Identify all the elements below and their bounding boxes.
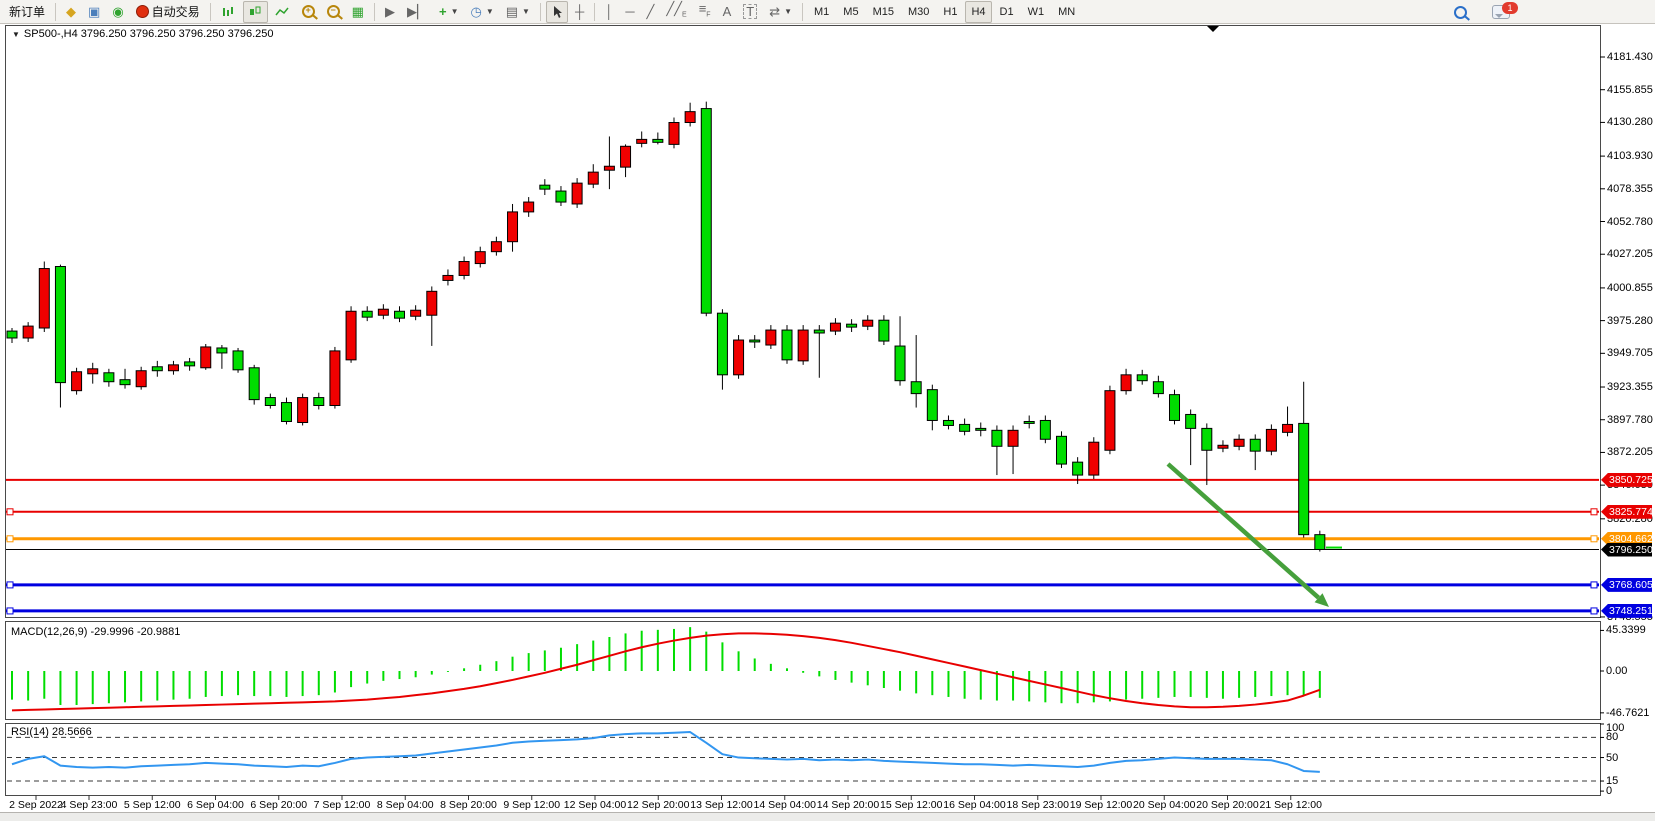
price-axis-tick-label: 4103.930: [1607, 150, 1653, 162]
chart-shift-marker: [1207, 26, 1219, 32]
rsi-line: [12, 732, 1320, 772]
price-axis-tick-label: 4130.280: [1607, 116, 1653, 128]
rsi-axis-tick-label: 0: [1606, 785, 1612, 797]
time-axis-label: 20 Sep 04:00: [1133, 799, 1195, 811]
time-axis-label: 18 Sep 23:00: [1007, 799, 1069, 811]
time-axis-label: 16 Sep 04:00: [943, 799, 1005, 811]
candles: [7, 102, 1325, 552]
macd-axis-tick-label: 0.00: [1606, 665, 1627, 677]
price-level-tag: 3748.251: [1601, 604, 1652, 618]
time-axis-label: 14 Sep 04:00: [754, 799, 816, 811]
price-axis-tick-label: 4052.780: [1607, 216, 1653, 228]
macd-axis-tick-label: 45.3399: [1606, 624, 1646, 636]
price-axis-tick-label: 3897.780: [1607, 414, 1653, 426]
line-right-handle: [1591, 582, 1597, 588]
trend-arrow-line: [1168, 464, 1319, 598]
time-axis-label: 4 Sep 23:00: [61, 799, 118, 811]
time-axis-label: 15 Sep 12:00: [880, 799, 942, 811]
line-left-handle: [7, 582, 13, 588]
price-axis-tick-label: 4000.855: [1607, 282, 1653, 294]
price-axis-tick-label: 4078.355: [1607, 183, 1653, 195]
time-axis-label: 7 Sep 12:00: [314, 799, 371, 811]
macd-signal-line: [12, 633, 1320, 710]
time-axis-label: 19 Sep 12:00: [1070, 799, 1132, 811]
time-axis-label: 8 Sep 04:00: [377, 799, 434, 811]
rsi-axis-tick-label: 80: [1606, 731, 1618, 743]
line-right-handle: [1591, 608, 1597, 614]
line-right-handle: [1591, 509, 1597, 515]
time-axis-label: 6 Sep 04:00: [187, 799, 244, 811]
line-left-handle: [7, 509, 13, 515]
price-level-tag: 3825.774: [1601, 505, 1652, 519]
time-axis-label: 6 Sep 20:00: [250, 799, 307, 811]
time-axis-label: 14 Sep 20:00: [817, 799, 879, 811]
chart-canvas[interactable]: [0, 0, 1655, 821]
price-axis-tick-label: 4155.855: [1607, 84, 1653, 96]
price-axis-tick-label: 3949.705: [1607, 347, 1653, 359]
mt4-terminal: 新订单 ◆ ▣ ◉ 自动交易 + − ▦ ▶ ▶▏ +▼ ◷▼ ▤▼ ┼ │ ─…: [0, 0, 1655, 821]
price-axis-tick-label: 3975.280: [1607, 315, 1653, 327]
time-axis-label: 13 Sep 12:00: [690, 799, 752, 811]
price-axis-tick-label: 3872.205: [1607, 446, 1653, 458]
time-axis-label: 9 Sep 12:00: [503, 799, 560, 811]
time-axis-label: 12 Sep 04:00: [564, 799, 626, 811]
price-level-tag: 3768.605: [1601, 578, 1652, 592]
time-axis-label: 2 Sep 2022: [9, 799, 63, 811]
line-right-handle: [1591, 536, 1597, 542]
rsi-axis-tick-label: 50: [1606, 752, 1618, 764]
time-axis-label: 5 Sep 12:00: [124, 799, 181, 811]
time-axis-label: 8 Sep 20:00: [440, 799, 497, 811]
macd-histogram: [12, 627, 1320, 705]
price-axis-tick-label: 4181.430: [1607, 51, 1653, 63]
price-level-tag: 3850.725: [1601, 473, 1652, 487]
time-axis-label: 20 Sep 20:00: [1196, 799, 1258, 811]
current-price-tag: 3796.250: [1601, 543, 1652, 557]
line-left-handle: [7, 608, 13, 614]
time-axis-label: 12 Sep 20:00: [627, 799, 689, 811]
price-axis-tick-label: 4027.205: [1607, 248, 1653, 260]
price-axis-tick-label: 3923.355: [1607, 381, 1653, 393]
time-axis-label: 21 Sep 12:00: [1260, 799, 1322, 811]
line-left-handle: [7, 536, 13, 542]
macd-axis-tick-label: -46.7621: [1606, 707, 1649, 719]
